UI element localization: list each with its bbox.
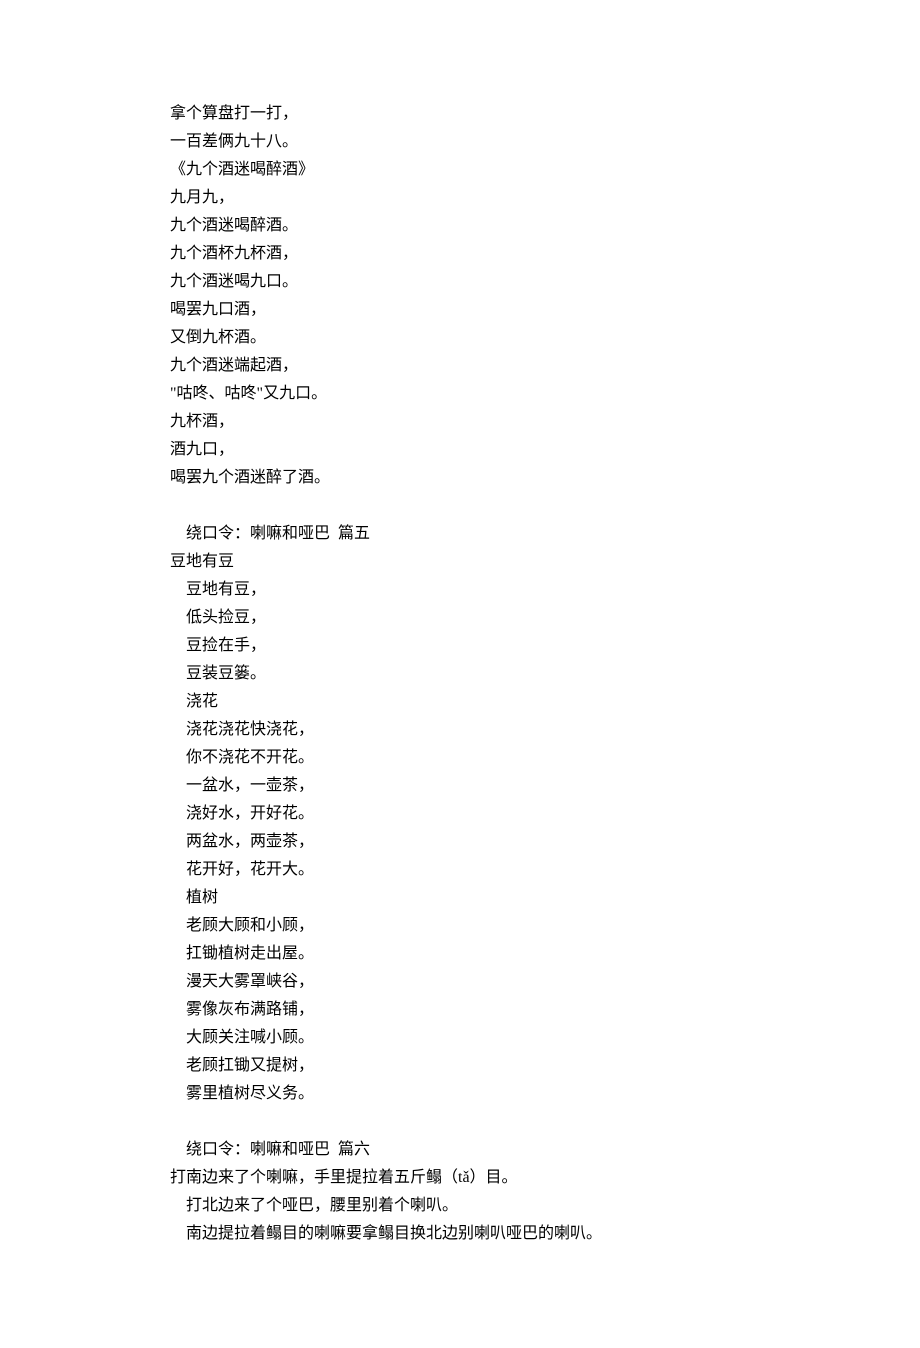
text-line: 雾里植树尽义务。 <box>170 1080 750 1108</box>
text-line: 老顾扛锄又提树， <box>170 1052 750 1080</box>
text-line: 九个酒迷端起酒， <box>170 352 750 380</box>
section-gap <box>170 492 750 520</box>
text-line: "咕咚、咕咚"又九口。 <box>170 380 750 408</box>
text-line: 漫天大雾罩峡谷， <box>170 968 750 996</box>
text-line: 老顾大顾和小顾， <box>170 912 750 940</box>
text-line: 打北边来了个哑巴，腰里别着个喇叭。 <box>170 1192 750 1220</box>
text-line: 豆地有豆， <box>170 576 750 604</box>
text-line: 绕口令：喇嘛和哑巴 篇五 <box>170 520 750 548</box>
text-line: 《九个酒迷喝醉酒》 <box>170 156 750 184</box>
text-line: 酒九口， <box>170 436 750 464</box>
text-line: 浇花 <box>170 688 750 716</box>
text-line: 花开好，花开大。 <box>170 856 750 884</box>
text-line: 九个酒迷喝醉酒。 <box>170 212 750 240</box>
text-line: 喝罢九个酒迷醉了酒。 <box>170 464 750 492</box>
text-line: 打南边来了个喇嘛，手里提拉着五斤鳎（tǎ）目。 <box>170 1164 750 1192</box>
section-gap <box>170 1108 750 1136</box>
text-line: 喝罢九口酒， <box>170 296 750 324</box>
document-content: 拿个算盘打一打，一百差俩九十八。《九个酒迷喝醉酒》九月九，九个酒迷喝醉酒。九个酒… <box>170 100 750 1248</box>
text-line: 浇花浇花快浇花， <box>170 716 750 744</box>
text-line: 一盆水，一壶茶， <box>170 772 750 800</box>
text-line: 豆地有豆 <box>170 548 750 576</box>
text-line: 九杯酒， <box>170 408 750 436</box>
text-line: 豆装豆篓。 <box>170 660 750 688</box>
text-line: 绕口令：喇嘛和哑巴 篇六 <box>170 1136 750 1164</box>
text-line: 南边提拉着鳎目的喇嘛要拿鳎目换北边别喇叭哑巴的喇叭。 <box>170 1220 750 1248</box>
text-line: 豆捡在手， <box>170 632 750 660</box>
text-line: 九月九， <box>170 184 750 212</box>
text-line: 植树 <box>170 884 750 912</box>
document-page: 拿个算盘打一打，一百差俩九十八。《九个酒迷喝醉酒》九月九，九个酒迷喝醉酒。九个酒… <box>0 0 920 1348</box>
text-line: 拿个算盘打一打， <box>170 100 750 128</box>
text-line: 你不浇花不开花。 <box>170 744 750 772</box>
text-line: 一百差俩九十八。 <box>170 128 750 156</box>
text-line: 九个酒杯九杯酒， <box>170 240 750 268</box>
text-line: 扛锄植树走出屋。 <box>170 940 750 968</box>
text-line: 九个酒迷喝九口。 <box>170 268 750 296</box>
text-line: 大顾关注喊小顾。 <box>170 1024 750 1052</box>
text-line: 又倒九杯酒。 <box>170 324 750 352</box>
text-line: 两盆水，两壶茶， <box>170 828 750 856</box>
text-line: 雾像灰布满路铺， <box>170 996 750 1024</box>
text-line: 低头捡豆， <box>170 604 750 632</box>
text-line: 浇好水，开好花。 <box>170 800 750 828</box>
